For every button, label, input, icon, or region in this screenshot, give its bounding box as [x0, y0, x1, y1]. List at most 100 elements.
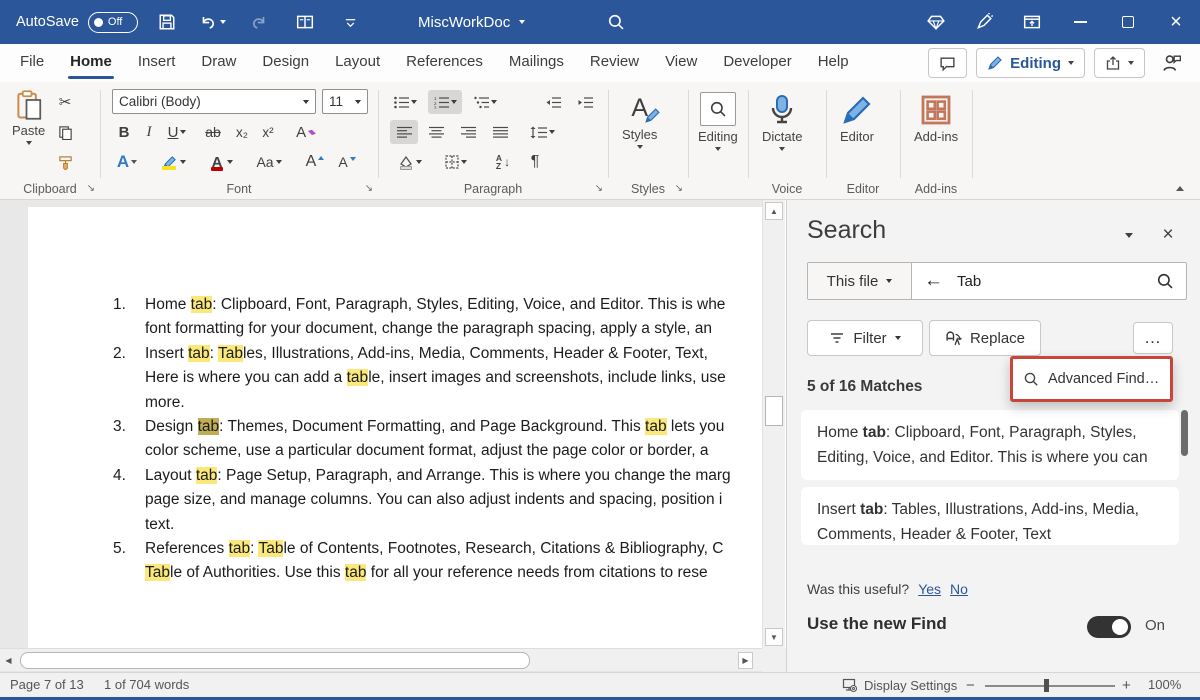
scroll-down-icon[interactable]: ▼: [765, 628, 783, 646]
autosave-toggle[interactable]: AutoSave Off: [16, 12, 138, 33]
comments-button[interactable]: [928, 48, 967, 78]
search-pane: Search × This file ← Tab Filter Replace …: [786, 200, 1200, 672]
search-scope-dropdown[interactable]: This file: [808, 263, 912, 299]
maximize-button[interactable]: [1104, 0, 1152, 44]
search-query: Tab: [957, 273, 981, 290]
ribbon-tabs: File Home Insert Draw Design Layout References…: [0, 44, 862, 82]
font-group-label: Font: [100, 182, 378, 196]
zoom-in-icon[interactable]: +: [1122, 677, 1131, 694]
new-find-toggle[interactable]: [1087, 616, 1131, 638]
pane-collapse-chevron-icon[interactable]: [1125, 233, 1133, 238]
clipboard-group-label: Clipboard: [0, 182, 100, 196]
replace-button[interactable]: Replace: [929, 320, 1041, 356]
paragraph-group-label: Paragraph: [378, 182, 608, 196]
horizontal-scrollbar[interactable]: ◀ ▶: [0, 648, 762, 672]
autosave-label: AutoSave: [16, 14, 79, 30]
more-options-button[interactable]: …: [1133, 322, 1173, 354]
search-highlight: tab: [196, 467, 218, 484]
tab-file[interactable]: File: [20, 44, 44, 82]
document-list: 1.Home tab: Clipboard, Font, Paragraph, …: [113, 293, 761, 586]
current-match-highlight: tab: [198, 418, 220, 435]
zoom-slider-track[interactable]: [985, 685, 1115, 687]
document-area: 1.Home tab: Clipboard, Font, Paragraph, …: [0, 200, 762, 648]
autosave-state: Off: [108, 16, 122, 28]
editing-mode-dropdown[interactable]: Editing: [976, 48, 1085, 78]
page-indicator[interactable]: Page 7 of 13: [10, 677, 84, 692]
touch-mouse-mode-icon[interactable]: [288, 6, 322, 38]
redo-icon[interactable]: [242, 6, 276, 38]
feedback-no-link[interactable]: No: [950, 581, 968, 597]
document-page[interactable]: 1.Home tab: Clipboard, Font, Paragraph, …: [28, 207, 762, 648]
customize-quick-access-icon[interactable]: [334, 6, 368, 38]
minimize-button[interactable]: [1056, 0, 1104, 44]
vertical-scrollbar[interactable]: ▲ ▼: [762, 200, 785, 648]
list-item: 4.Layout tab: Page Setup, Paragraph, and…: [113, 464, 761, 537]
collapse-ribbon-icon[interactable]: [1176, 186, 1184, 191]
advanced-find-menu-item[interactable]: Advanced Find…: [1010, 356, 1173, 402]
filter-button[interactable]: Filter: [807, 320, 923, 356]
tab-layout[interactable]: Layout: [335, 44, 380, 82]
search-highlight: tab: [345, 564, 367, 581]
display-settings-button[interactable]: Display Settings: [842, 677, 957, 693]
tab-review[interactable]: Review: [590, 44, 639, 82]
display-settings-icon: [842, 677, 858, 693]
list-item: 1.Home tab: Clipboard, Font, Paragraph, …: [113, 293, 761, 342]
search-input[interactable]: ← Tab: [912, 263, 1186, 299]
paragraph-dialog-launcher-icon[interactable]: ↘: [595, 184, 603, 194]
tab-references[interactable]: References: [406, 44, 483, 82]
list-item: 3.Design tab: Themes, Document Formattin…: [113, 415, 761, 464]
zoom-level[interactable]: 100%: [1148, 677, 1181, 692]
zoom-slider-thumb[interactable]: [1044, 679, 1049, 692]
ribbon: Paste ✂ Clipboard ↘ Calibri (Body) 11 B …: [0, 82, 1200, 200]
search-submit-icon[interactable]: [1156, 272, 1174, 290]
ribbon-display-options-icon[interactable]: [1008, 0, 1056, 44]
tab-insert[interactable]: Insert: [138, 44, 176, 82]
scroll-left-icon[interactable]: ◀: [1, 652, 16, 669]
document-title[interactable]: MiscWorkDoc: [418, 0, 525, 44]
search-results-list: Home tab: Clipboard, Font, Paragraph, St…: [801, 410, 1179, 578]
feedback-question: Was this useful?: [807, 581, 909, 597]
account-person-icon[interactable]: [1154, 53, 1188, 73]
back-arrow-icon[interactable]: ←: [924, 270, 943, 292]
list-item: 5.References tab: Table of Contents, Foo…: [113, 537, 761, 586]
search-result-item[interactable]: Insert tab: Tables, Illustrations, Add-i…: [801, 487, 1179, 545]
pane-close-icon[interactable]: ×: [1155, 222, 1181, 248]
search-highlight: Tab: [218, 345, 243, 362]
horizontal-scroll-thumb[interactable]: [20, 652, 530, 669]
close-button[interactable]: ×: [1152, 0, 1200, 44]
tab-help[interactable]: Help: [818, 44, 849, 82]
addins-group-label: Add-ins: [900, 182, 972, 196]
vertical-scroll-thumb[interactable]: [765, 396, 783, 426]
search-highlight: tab: [347, 369, 369, 386]
share-button[interactable]: [1094, 48, 1145, 78]
tab-developer[interactable]: Developer: [723, 44, 791, 82]
scroll-right-icon[interactable]: ▶: [738, 652, 753, 669]
undo-icon[interactable]: [196, 6, 230, 38]
tab-design[interactable]: Design: [262, 44, 309, 82]
zoom-out-icon[interactable]: −: [966, 677, 975, 694]
editing-menu-button[interactable]: Editing: [698, 92, 738, 151]
tab-draw[interactable]: Draw: [201, 44, 236, 82]
results-scroll-thumb[interactable]: [1181, 410, 1188, 456]
search-highlight: Tab: [145, 564, 170, 581]
voice-group-label: Voice: [748, 182, 826, 196]
title-bar: AutoSave Off MiscWorkDoc ×: [0, 0, 1200, 44]
status-bar: Page 7 of 13 1 of 704 words Display Sett…: [0, 672, 1200, 697]
styles-dialog-launcher-icon[interactable]: ↘: [675, 184, 683, 194]
clipboard-dialog-launcher-icon[interactable]: ↘: [87, 184, 95, 194]
title-chevron-icon: [519, 20, 525, 24]
tab-view[interactable]: View: [665, 44, 697, 82]
premium-diamond-icon[interactable]: [912, 0, 960, 44]
tab-home[interactable]: Home: [70, 44, 112, 82]
scroll-up-icon[interactable]: ▲: [765, 202, 783, 220]
word-count[interactable]: 1 of 704 words: [104, 677, 189, 692]
tab-mailings[interactable]: Mailings: [509, 44, 564, 82]
titlebar-search-icon[interactable]: [600, 6, 632, 38]
match-count: 5 of 16 Matches: [807, 378, 922, 396]
search-highlight: tab: [188, 345, 210, 362]
save-icon[interactable]: [150, 6, 184, 38]
pen-sparkle-icon[interactable]: [960, 0, 1008, 44]
feedback-yes-link[interactable]: Yes: [918, 581, 941, 597]
search-result-item[interactable]: Home tab: Clipboard, Font, Paragraph, St…: [801, 410, 1179, 480]
font-dialog-launcher-icon[interactable]: ↘: [365, 184, 373, 194]
